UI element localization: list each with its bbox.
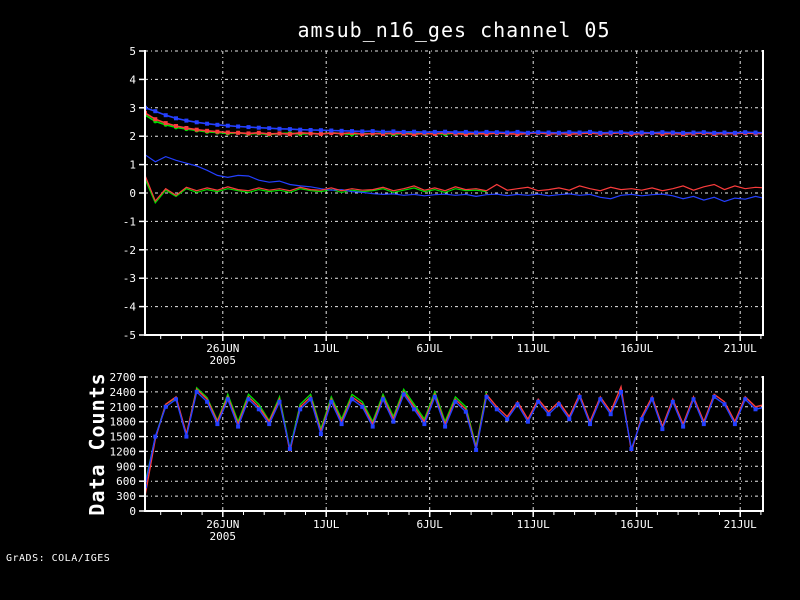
y-tick-label: 1200: [110, 445, 137, 458]
y-tick-label: -3: [123, 272, 136, 285]
y-tick-label: 2100: [110, 401, 137, 414]
x-tick-label: 11JUL: [517, 342, 550, 355]
grads-screen: -5 -4 -3 -2 -1 0 1 2 3 4 5 26JUN 2005 1JUL 6JUL 11JUL 16…: [0, 0, 800, 600]
panel-bottom: 030060090012001500180021002400270026JUN2…: [110, 371, 764, 543]
y-tick-label: 1800: [110, 416, 137, 429]
y-tick-label: 600: [116, 475, 136, 488]
series-counts-blue: [145, 389, 763, 489]
y-tick-label: 2700: [110, 371, 137, 384]
y-tick-label: 5: [129, 45, 136, 58]
x-tick-label: 16JUL: [620, 342, 653, 355]
y-tick-label: 2400: [110, 386, 137, 399]
y-tick-label: -2: [123, 244, 136, 257]
y-tick-label: 0: [129, 505, 136, 518]
x-tick-label: 21JUL: [724, 342, 757, 355]
gridlines-top: [145, 50, 763, 335]
y-tick-label: 3: [129, 102, 136, 115]
panel-top: -5-4-3-2-101234526JUN20051JUL 6JUL 11JUL 16…: [123, 45, 764, 367]
plot-canvas: -5-4-3-2-101234526JUN20051JUL 6JUL 11JUL 16…: [110, 45, 764, 543]
x-tick-label: 16JUL: [620, 518, 653, 531]
y-tick-label: 1: [129, 159, 136, 172]
series-upper-blue: [145, 105, 763, 135]
x-tick-label: 6JUL: [416, 518, 443, 531]
chart-title: amsub_n16_ges channel 05: [297, 18, 611, 42]
y-tick-label: -4: [123, 301, 137, 314]
x-tick-label: 11JUL: [517, 518, 550, 531]
x-tick-label: 6JUL: [416, 342, 443, 355]
gridlines-bottom: [145, 376, 763, 511]
x-tick-label: 1JUL: [313, 342, 340, 355]
y-tick-label: 1500: [110, 431, 137, 444]
y-tick-label: -1: [123, 215, 136, 228]
series-lower-blue: [145, 154, 763, 203]
y-tick-label: 4: [129, 73, 136, 86]
x-axis-bottom: 26JUN20051JUL 6JUL 11JUL 16JUL 21JUL: [160, 512, 762, 543]
series-counts-green: [145, 386, 488, 484]
x-axis-top: 26JUN20051JUL 6JUL 11JUL 16JUL 21JUL: [160, 336, 762, 367]
y-tick-label: 900: [116, 460, 136, 473]
x-tick-label: 21JUL: [724, 518, 757, 531]
y-tick-label: 300: [116, 490, 136, 503]
x-tick-label: 1JUL: [313, 518, 340, 531]
y-axis-top: -5 -4 -3 -2 -1 0 1 2 3 4 5: [123, 45, 145, 342]
y-axis-bottom: 0 300 600 900 12001500 1800 2100 2400 2700: [110, 371, 145, 518]
grads-watermark: GrADS: COLA/IGES: [6, 553, 111, 564]
x-tick-year-label: 2005: [210, 354, 237, 367]
y-tick-label: 0: [129, 187, 136, 200]
y-tick-label: 2: [129, 130, 136, 143]
y-tick-label: -5: [123, 329, 136, 342]
frame-bottom: [144, 376, 764, 512]
x-tick-year-label: 2005: [210, 530, 237, 543]
y-axis-title: Data Counts: [85, 372, 109, 516]
